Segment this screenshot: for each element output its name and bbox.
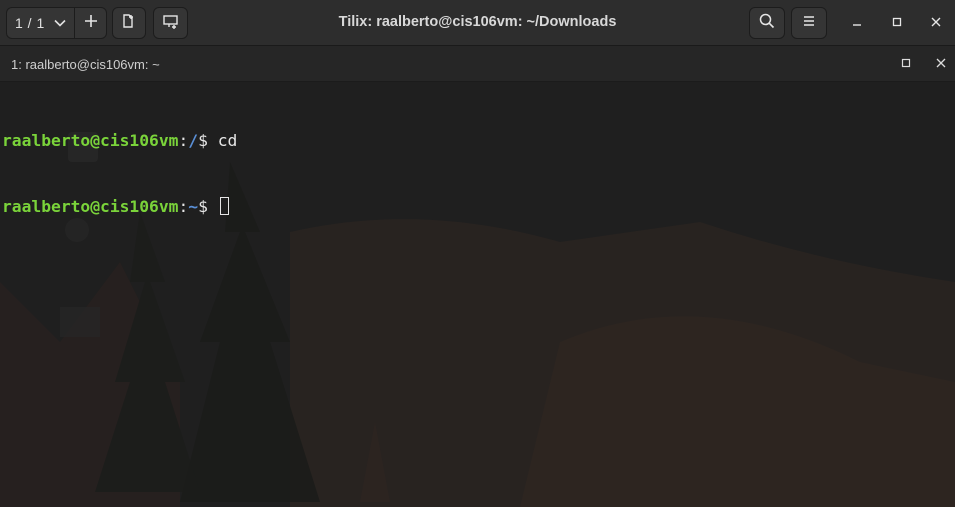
add-session-button[interactable] [74, 7, 107, 39]
close-icon [931, 14, 941, 32]
tilix-window: 1 / 1 Tilix: raalberto@cis106vm: ~/Downl… [0, 0, 955, 507]
prompt-path: / [188, 131, 199, 150]
maximize-button[interactable] [885, 11, 909, 35]
search-icon [759, 13, 775, 34]
prompt-separator: : [178, 197, 189, 216]
hamburger-menu-icon [802, 14, 816, 32]
command-text: cd [217, 131, 238, 150]
text-cursor [219, 197, 229, 215]
terminal-maximize-button[interactable] [898, 56, 914, 72]
add-terminal-right-button[interactable] [112, 7, 146, 39]
terminal-title[interactable]: 1: raalberto@cis106vm: ~ [11, 57, 160, 72]
plus-icon [84, 14, 98, 33]
split-right-icon [121, 13, 137, 34]
chevron-down-icon [54, 14, 66, 32]
minimize-icon [852, 14, 862, 32]
prompt-symbol: $ [198, 131, 218, 150]
prompt-user: raalberto@cis106vm [2, 197, 179, 216]
terminal-output: raalberto@cis106vm:/$ cd raalberto@cis10… [2, 86, 237, 262]
minimize-button[interactable] [845, 11, 869, 35]
terminal-title-bar: 1: raalberto@cis106vm: ~ [0, 46, 955, 82]
terminal-view[interactable]: raalberto@cis106vm:/$ cd raalberto@cis10… [0, 82, 955, 507]
header-bar: 1 / 1 Tilix: raalberto@cis106vm: ~/Downl… [0, 0, 955, 46]
split-down-icon [162, 13, 180, 34]
prompt-user: raalberto@cis106vm [2, 131, 179, 150]
add-terminal-down-button[interactable] [153, 7, 188, 39]
search-button[interactable] [749, 7, 785, 39]
prompt-separator: : [178, 131, 189, 150]
prompt-symbol: $ [198, 197, 218, 216]
session-count: 1 / 1 [15, 15, 45, 31]
terminal-line: raalberto@cis106vm:/$ cd [2, 130, 237, 152]
terminal-line: raalberto@cis106vm:~$ [2, 196, 237, 218]
maximize-icon [892, 14, 902, 32]
menu-button[interactable] [791, 7, 827, 39]
window-title: Tilix: raalberto@cis106vm: ~/Downloads [338, 14, 617, 30]
close-button[interactable] [924, 11, 948, 35]
session-switcher-button[interactable]: 1 / 1 [6, 7, 74, 39]
close-icon [936, 55, 946, 73]
maximize-icon [901, 55, 911, 73]
prompt-path: ~ [188, 197, 199, 216]
terminal-close-button[interactable] [933, 56, 949, 72]
